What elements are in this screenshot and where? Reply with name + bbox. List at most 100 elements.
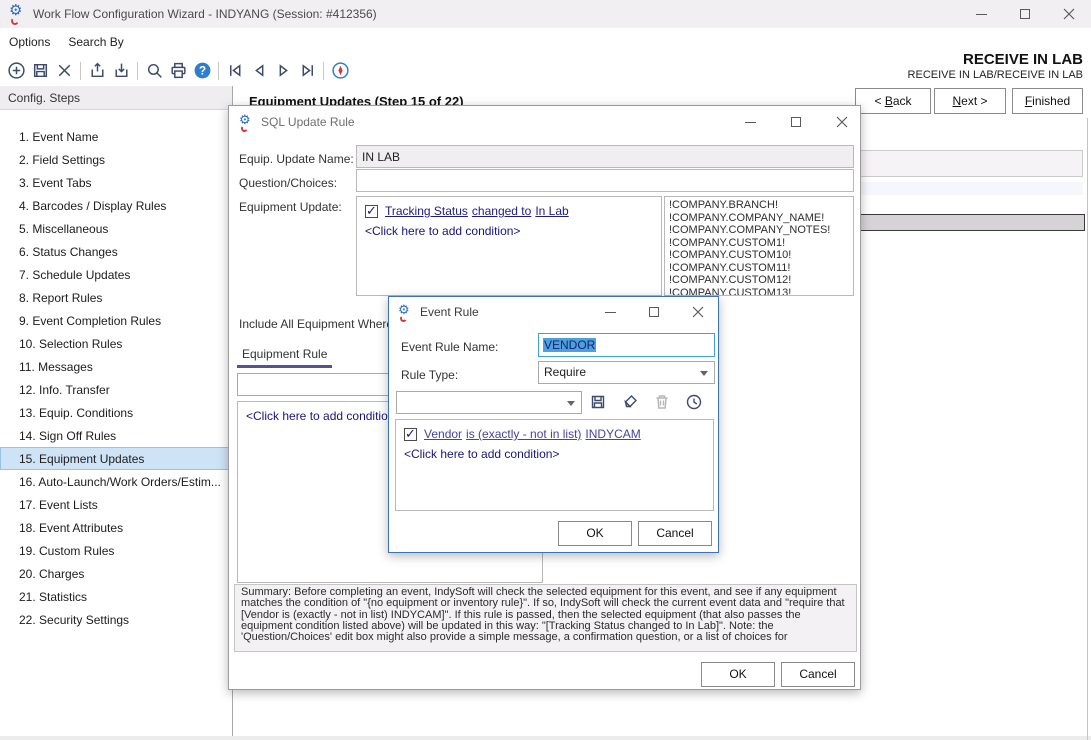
sql-dialog-title: SQL Update Rule (261, 115, 355, 129)
condition-checkbox[interactable]: ✓ (365, 205, 378, 218)
event-rule-condition-box[interactable]: ✓ Vendor is (exactly - not in list) INDY… (395, 419, 714, 511)
equip-update-name-label: Equip. Update Name: (239, 152, 354, 166)
help-icon: ? (193, 61, 212, 80)
token-item[interactable]: !COMPANY.COMPANY_NOTES! (669, 224, 849, 237)
back-button[interactable]: < Back (855, 88, 931, 114)
include-all-equipment-label: Include All Equipment Where (239, 317, 393, 331)
menu-options[interactable]: Options (0, 31, 59, 53)
navigator-button[interactable] (328, 59, 352, 83)
sidebar-item-statistics[interactable]: 21. Statistics (0, 585, 233, 608)
sidebar-item-sign-off-rules[interactable]: 14. Sign Off Rules (0, 424, 233, 447)
save-rule-button[interactable] (589, 393, 607, 414)
add-condition-link[interactable]: <Click here to add condition> (365, 224, 653, 238)
dialog-close-button[interactable] (690, 304, 706, 320)
token-item[interactable]: !COMPANY.BRANCH! (669, 199, 849, 212)
search-button[interactable] (142, 59, 166, 83)
sidebar-item-event-lists[interactable]: 17. Event Lists (0, 493, 233, 516)
token-item[interactable]: !COMPANY.CUSTOM10! (669, 249, 849, 262)
dialog-maximize-button[interactable] (646, 304, 662, 320)
sidebar-item-barcodes-display-rules[interactable]: 4. Barcodes / Display Rules (0, 194, 233, 217)
help-button[interactable]: ? (190, 59, 214, 83)
ok-button[interactable]: OK (701, 662, 775, 687)
finished-button[interactable]: Finished (1012, 88, 1083, 114)
event-rule-name-label: Event Rule Name: (401, 340, 498, 354)
history-button[interactable] (685, 393, 703, 414)
add-button[interactable] (4, 59, 28, 83)
token-item[interactable]: !COMPANY.CUSTOM1! (669, 237, 849, 250)
import-button[interactable] (109, 59, 133, 83)
minimize-icon (745, 122, 756, 123)
save-icon (31, 61, 50, 80)
sidebar-item-auto-launch[interactable]: 16. Auto-Launch/Work Orders/Estim... (0, 470, 233, 493)
sidebar-item-schedule-updates[interactable]: 7. Schedule Updates (0, 263, 233, 286)
token-item[interactable]: !COMPANY.CUSTOM13! (669, 287, 849, 297)
sidebar-item-report-rules[interactable]: 8. Report Rules (0, 286, 233, 309)
sidebar-item-equip-conditions[interactable]: 13. Equip. Conditions (0, 401, 233, 424)
condition-field-link[interactable]: Vendor (424, 427, 462, 441)
maximize-button[interactable] (1003, 0, 1047, 28)
tab-equipment-rule[interactable]: Equipment Rule (242, 347, 327, 361)
condition-operator-link[interactable]: is (exactly - not in list) (466, 427, 581, 441)
sidebar-item-equipment-updates[interactable]: 15. Equipment Updates (0, 447, 233, 470)
window-titlebar: ⚙ Work Flow Configuration Wizard - INDYA… (0, 0, 1091, 28)
sidebar-item-event-name[interactable]: 1. Event Name (0, 125, 233, 148)
clear-rule-button[interactable] (621, 393, 639, 414)
compass-icon (331, 61, 350, 80)
token-item[interactable]: !COMPANY.COMPANY_NAME! (669, 212, 849, 225)
first-record-button[interactable] (223, 59, 247, 83)
first-record-icon (226, 61, 245, 80)
sidebar-item-security-settings[interactable]: 22. Security Settings (0, 608, 233, 631)
saved-rule-combo[interactable] (396, 391, 582, 414)
sidebar-item-custom-rules[interactable]: 19. Custom Rules (0, 539, 233, 562)
dialog-maximize-button[interactable] (788, 114, 804, 130)
equipment-update-condition-box[interactable]: ✓ Tracking Status changed to In Lab <Cli… (356, 196, 662, 296)
condition-field-link[interactable]: Tracking Status (385, 204, 468, 218)
condition-value-link[interactable]: INDYCAM (585, 427, 640, 441)
field-token-list[interactable]: !COMPANY.BRANCH! !COMPANY.COMPANY_NAME! … (664, 196, 854, 296)
app-logo-icon: ⚙ (9, 6, 25, 22)
previous-record-icon (250, 61, 269, 80)
sidebar-item-event-tabs[interactable]: 3. Event Tabs (0, 171, 233, 194)
previous-record-button[interactable] (247, 59, 271, 83)
ok-button[interactable]: OK (558, 521, 632, 546)
delete-button[interactable] (52, 59, 76, 83)
sidebar-item-event-attributes[interactable]: 18. Event Attributes (0, 516, 233, 539)
last-record-button[interactable] (295, 59, 319, 83)
app-window: ⚙ Work Flow Configuration Wizard - INDYA… (0, 0, 1091, 740)
next-button[interactable]: Next > (934, 88, 1006, 114)
next-record-button[interactable] (271, 59, 295, 83)
cancel-button[interactable]: Cancel (781, 662, 855, 687)
sidebar-item-event-completion-rules[interactable]: 9. Event Completion Rules (0, 309, 233, 332)
event-rule-name-input[interactable]: VENDOR (538, 333, 715, 357)
dialog-minimize-button[interactable] (742, 114, 758, 130)
add-condition-link[interactable]: <Click here to add condition> (404, 447, 705, 461)
export-button[interactable] (85, 59, 109, 83)
print-button[interactable] (166, 59, 190, 83)
save-button[interactable] (28, 59, 52, 83)
rule-type-select[interactable]: Require (538, 361, 715, 384)
cancel-button[interactable]: Cancel (638, 521, 712, 546)
minimize-button[interactable] (959, 0, 1003, 28)
sidebar-item-field-settings[interactable]: 2. Field Settings (0, 148, 233, 171)
equip-update-name-input[interactable] (356, 145, 854, 168)
dialog-close-button[interactable] (834, 114, 850, 130)
event-name: RECEIVE IN LAB (908, 51, 1083, 68)
sidebar-item-miscellaneous[interactable]: 5. Miscellaneous (0, 217, 233, 240)
question-choices-input[interactable] (356, 169, 854, 192)
close-button[interactable] (1047, 0, 1091, 28)
trash-icon (653, 393, 671, 411)
token-item[interactable]: !COMPANY.CUSTOM12! (669, 274, 849, 287)
delete-rule-button[interactable] (653, 393, 671, 414)
sidebar-item-info-transfer[interactable]: 12. Info. Transfer (0, 378, 233, 401)
menu-search-by[interactable]: Search By (59, 31, 132, 53)
sidebar-item-status-changes[interactable]: 6. Status Changes (0, 240, 233, 263)
condition-operator-link[interactable]: changed to (472, 204, 531, 218)
update-condition-row: ✓ Tracking Status changed to In Lab (365, 204, 653, 218)
sidebar-item-charges[interactable]: 20. Charges (0, 562, 233, 585)
condition-value-link[interactable]: In Lab (535, 204, 568, 218)
token-item[interactable]: !COMPANY.CUSTOM11! (669, 262, 849, 275)
sidebar-item-selection-rules[interactable]: 10. Selection Rules (0, 332, 233, 355)
sidebar-item-messages[interactable]: 11. Messages (0, 355, 233, 378)
dialog-minimize-button[interactable] (602, 304, 618, 320)
condition-checkbox[interactable]: ✓ (404, 428, 417, 441)
